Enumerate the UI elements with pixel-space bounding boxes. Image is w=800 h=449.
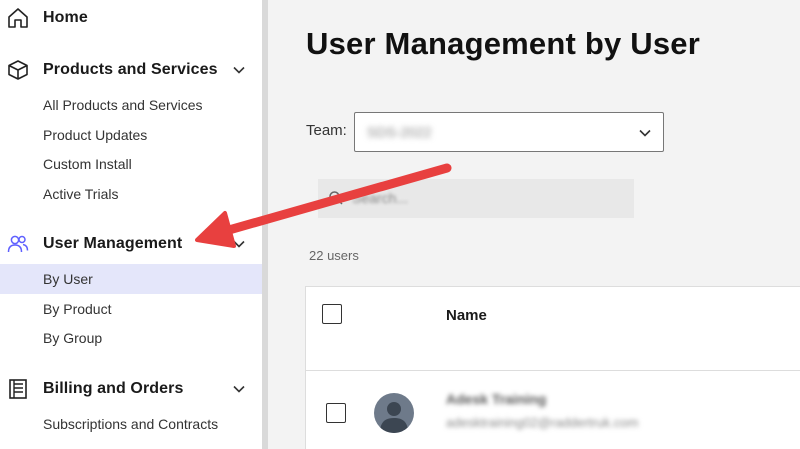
sidebar: Home Products and Services All Products …	[0, 0, 262, 449]
sidebar-item-all-products[interactable]: All Products and Services	[0, 90, 262, 120]
column-header-name[interactable]: Name	[446, 307, 487, 324]
sidebar-item-by-user[interactable]: By User	[0, 264, 262, 294]
sidebar-item-label: Home	[43, 9, 88, 26]
sidebar-item-home[interactable]: Home	[0, 1, 262, 35]
search-icon	[328, 190, 344, 206]
search-placeholder: Search...	[352, 190, 409, 206]
sidebar-item-label: By Group	[43, 330, 103, 346]
row-checkbox[interactable]	[326, 403, 346, 423]
sidebar-item-label: By User	[43, 271, 93, 287]
sidebar-item-label: Product Updates	[43, 127, 148, 143]
sidebar-section-products[interactable]: Products and Services	[0, 53, 262, 87]
sidebar-section-billing[interactable]: Billing and Orders	[0, 372, 262, 406]
sidebar-section-label: Products and Services	[43, 61, 218, 78]
sidebar-item-label: By Product	[43, 301, 112, 317]
search-input[interactable]: Search...	[318, 179, 634, 218]
users-table: Name Adesk Training adesktraining02@radd…	[305, 286, 800, 449]
sidebar-section-label: Billing and Orders	[43, 380, 184, 397]
sidebar-item-by-group[interactable]: By Group	[0, 323, 262, 353]
user-email: adesktraining02@raddertruk.com	[446, 415, 639, 430]
team-label: Team:	[306, 122, 347, 139]
sidebar-item-by-product[interactable]: By Product	[0, 294, 262, 324]
team-select[interactable]: SDS-2022	[354, 112, 664, 152]
sidebar-item-custom-install[interactable]: Custom Install	[0, 149, 262, 179]
sidebar-item-product-updates[interactable]: Product Updates	[0, 120, 262, 150]
user-count: 22 users	[309, 248, 359, 263]
team-select-value: SDS-2022	[367, 124, 432, 140]
home-icon	[6, 6, 30, 30]
users-icon	[6, 232, 30, 256]
sidebar-item-label: Active Trials	[43, 186, 119, 202]
sidebar-item-label: Subscriptions and Contracts	[43, 416, 219, 432]
sidebar-item-active-trials[interactable]: Active Trials	[0, 179, 262, 209]
main-content: User Management by User Team: SDS-2022 S…	[268, 0, 800, 449]
chevron-down-icon[interactable]	[232, 63, 246, 77]
chevron-down-icon[interactable]	[232, 382, 246, 396]
cube-icon	[6, 58, 30, 82]
user-name[interactable]: Adesk Training	[446, 391, 546, 407]
chevron-down-icon	[637, 125, 653, 141]
chevron-down-icon[interactable]	[232, 237, 246, 251]
avatar	[374, 393, 414, 433]
sidebar-item-subscriptions[interactable]: Subscriptions and Contracts	[0, 409, 262, 439]
sidebar-item-label: Custom Install	[43, 156, 132, 172]
sidebar-section-user-management[interactable]: User Management	[0, 227, 262, 261]
ledger-icon	[6, 377, 30, 401]
page-title: User Management by User	[306, 26, 700, 61]
sidebar-section-label: User Management	[43, 235, 183, 252]
select-all-checkbox[interactable]	[322, 304, 342, 324]
table-header-row: Name	[306, 287, 800, 371]
sidebar-item-label: All Products and Services	[43, 97, 203, 113]
